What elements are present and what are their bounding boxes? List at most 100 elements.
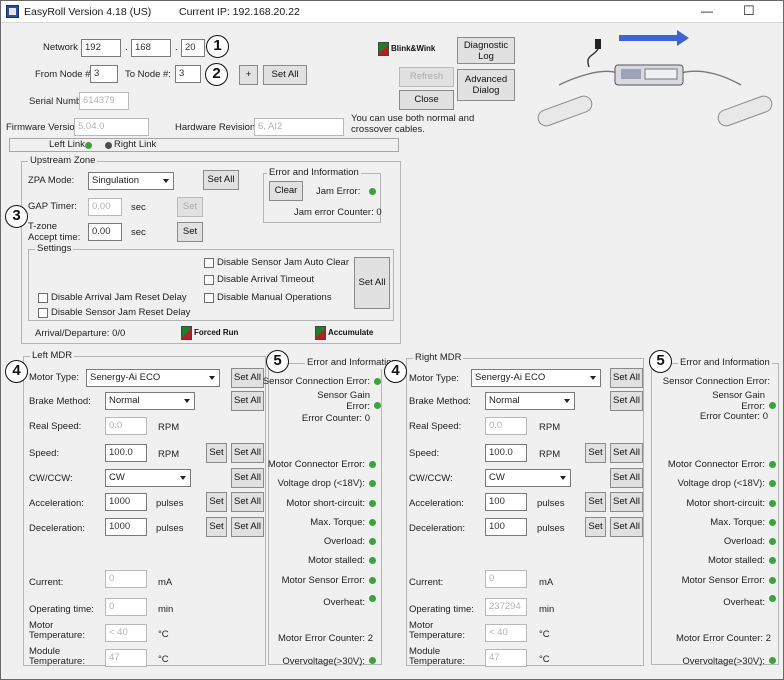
zpa-mode-value: Singulation bbox=[92, 175, 140, 186]
left-speed-set-all[interactable]: Set All bbox=[231, 443, 264, 463]
right-speed-set[interactable]: Set bbox=[585, 443, 606, 463]
left-real-speed-label: Real Speed: bbox=[29, 421, 82, 432]
firmware-field: 5.04.0 bbox=[74, 118, 149, 136]
left-mdr-title: Left MDR bbox=[30, 350, 75, 362]
from-node-input[interactable]: 3 bbox=[90, 65, 118, 83]
title-bar: EasyRoll Version 4.18 (US) Current IP: 1… bbox=[1, 1, 783, 23]
left-accel-label: Acceleration: bbox=[29, 498, 84, 509]
opt-sensor-jam-auto-clear-checkbox[interactable] bbox=[204, 258, 214, 268]
right-module-temp-label: Module Temperature: bbox=[409, 646, 465, 667]
opt-arrival-timeout-label: Disable Arrival Timeout bbox=[217, 274, 315, 285]
left-decel-input[interactable]: 1000 bbox=[105, 518, 147, 536]
left-accel-unit: pulses bbox=[156, 498, 184, 509]
close-button[interactable]: Close bbox=[399, 90, 454, 110]
left-motor-type-select[interactable]: Senergy-Ai ECO bbox=[86, 369, 220, 387]
opt-manual-operations-checkbox[interactable] bbox=[204, 293, 214, 303]
accumulate-button[interactable]: Accumulate bbox=[315, 325, 373, 341]
settings-set-all-button[interactable]: Set All bbox=[354, 257, 390, 309]
right-accel-unit: pulses bbox=[537, 498, 565, 509]
left-speed-input[interactable]: 100.0 bbox=[105, 444, 147, 462]
from-node-label: From Node #: bbox=[35, 69, 94, 80]
clear-button[interactable]: Clear bbox=[269, 181, 303, 201]
left-accel-input[interactable]: 1000 bbox=[105, 493, 147, 511]
left-speed-set[interactable]: Set bbox=[206, 443, 227, 463]
right-module-temp-unit: °C bbox=[539, 654, 550, 665]
left-overload-indicator bbox=[369, 538, 376, 545]
left-accel-set-all[interactable]: Set All bbox=[231, 492, 264, 512]
right-speed-set-all[interactable]: Set All bbox=[610, 443, 643, 463]
left-short-label: Motor short-circuit: bbox=[286, 498, 365, 509]
callout-badge-3: 3 bbox=[5, 205, 28, 228]
callout-badge-5-left: 5 bbox=[266, 350, 289, 373]
right-info-title: Error and Information bbox=[678, 357, 772, 369]
zpa-set-all-button[interactable]: Set All bbox=[203, 170, 239, 190]
upstream-zone-title: Upstream Zone bbox=[28, 155, 98, 167]
blink-wink-button[interactable]: Blink&Wink bbox=[378, 41, 435, 57]
right-motor-conn-indicator bbox=[769, 461, 776, 468]
to-node-input[interactable]: 3 bbox=[175, 65, 201, 83]
gap-timer-input: 0.00 bbox=[88, 198, 122, 216]
chevron-down-icon bbox=[184, 399, 190, 403]
left-vdrop-indicator bbox=[369, 480, 376, 487]
right-speed-input[interactable]: 100.0 bbox=[485, 444, 527, 462]
chevron-down-icon bbox=[564, 399, 570, 403]
ip-octet-1[interactable]: 192 bbox=[81, 39, 121, 57]
diagnostic-log-button[interactable]: Diagnostic Log bbox=[457, 37, 515, 64]
left-stalled-label: Motor stalled: bbox=[307, 555, 365, 566]
left-accel-set[interactable]: Set bbox=[206, 492, 227, 512]
right-motor-type-select[interactable]: Senergy-Ai ECO bbox=[471, 369, 601, 387]
left-cw-select[interactable]: CW bbox=[105, 469, 191, 487]
right-brake-select[interactable]: Normal bbox=[485, 392, 575, 410]
left-decel-set-all[interactable]: Set All bbox=[231, 517, 264, 537]
hardware-label: Hardware Revision: bbox=[175, 122, 258, 133]
left-real-speed-field: 0.0 bbox=[105, 417, 147, 435]
left-optime-label: Operating time: bbox=[29, 604, 94, 615]
left-sensor-gain-label: Sensor Gain Error: bbox=[317, 390, 370, 412]
right-decel-set[interactable]: Set bbox=[585, 517, 606, 537]
right-motor-type-set-all[interactable]: Set All bbox=[610, 368, 643, 388]
ip-octet-3[interactable]: 20 bbox=[181, 39, 205, 57]
right-decel-set-all[interactable]: Set All bbox=[610, 517, 643, 537]
ip-dot-1: . bbox=[125, 42, 128, 53]
right-cw-select[interactable]: CW bbox=[485, 469, 571, 487]
right-accel-set[interactable]: Set bbox=[585, 492, 606, 512]
right-accel-input[interactable]: 100 bbox=[485, 493, 527, 511]
left-cw-set-all[interactable]: Set All bbox=[231, 468, 264, 488]
blink-wink-label: Blink&Wink bbox=[391, 44, 436, 53]
forced-run-label: Forced Run bbox=[194, 328, 239, 337]
zpa-mode-select[interactable]: Singulation bbox=[88, 172, 174, 190]
right-motor-type-label: Motor Type: bbox=[409, 373, 459, 384]
advanced-dialog-button[interactable]: Advanced Dialog bbox=[457, 69, 515, 101]
left-link-label: Left Link bbox=[49, 139, 85, 150]
right-current-unit: mA bbox=[539, 577, 554, 588]
maximize-button[interactable]: ☐ bbox=[743, 3, 755, 19]
left-overheat-indicator bbox=[369, 595, 376, 602]
right-decel-input[interactable]: 100 bbox=[485, 518, 527, 536]
right-mdr-title: Right MDR bbox=[413, 352, 464, 364]
right-torque-indicator bbox=[769, 519, 776, 526]
left-motor-type-set-all[interactable]: Set All bbox=[231, 368, 264, 388]
left-current-unit: mA bbox=[158, 577, 173, 588]
plus-button[interactable]: + bbox=[239, 65, 258, 85]
left-brake-set-all[interactable]: Set All bbox=[231, 391, 264, 411]
left-decel-set[interactable]: Set bbox=[206, 517, 227, 537]
right-brake-set-all[interactable]: Set All bbox=[610, 391, 643, 411]
forced-run-icon bbox=[181, 326, 192, 340]
minimize-button[interactable]: — bbox=[701, 4, 713, 18]
ip-octet-2[interactable]: 168 bbox=[131, 39, 171, 57]
left-brake-select[interactable]: Normal bbox=[105, 392, 195, 410]
tzone-input[interactable]: 0.00 bbox=[88, 223, 122, 241]
right-cw-set-all[interactable]: Set All bbox=[610, 468, 643, 488]
right-overheat-indicator bbox=[769, 595, 776, 602]
tzone-set-button[interactable]: Set bbox=[177, 222, 203, 242]
forced-run-button[interactable]: Forced Run bbox=[181, 325, 238, 341]
callout-badge-2: 2 bbox=[205, 63, 228, 86]
gap-unit: sec bbox=[131, 202, 146, 213]
opt-sensor-jam-reset-delay-checkbox[interactable] bbox=[38, 308, 48, 318]
opt-arrival-jam-reset-delay-checkbox[interactable] bbox=[38, 293, 48, 303]
left-error-counter: Error Counter: 0 bbox=[301, 413, 370, 424]
left-current-field: 0 bbox=[105, 570, 147, 588]
opt-arrival-timeout-checkbox[interactable] bbox=[204, 275, 214, 285]
node-set-all-button[interactable]: Set All bbox=[263, 65, 307, 85]
right-accel-set-all[interactable]: Set All bbox=[610, 492, 643, 512]
